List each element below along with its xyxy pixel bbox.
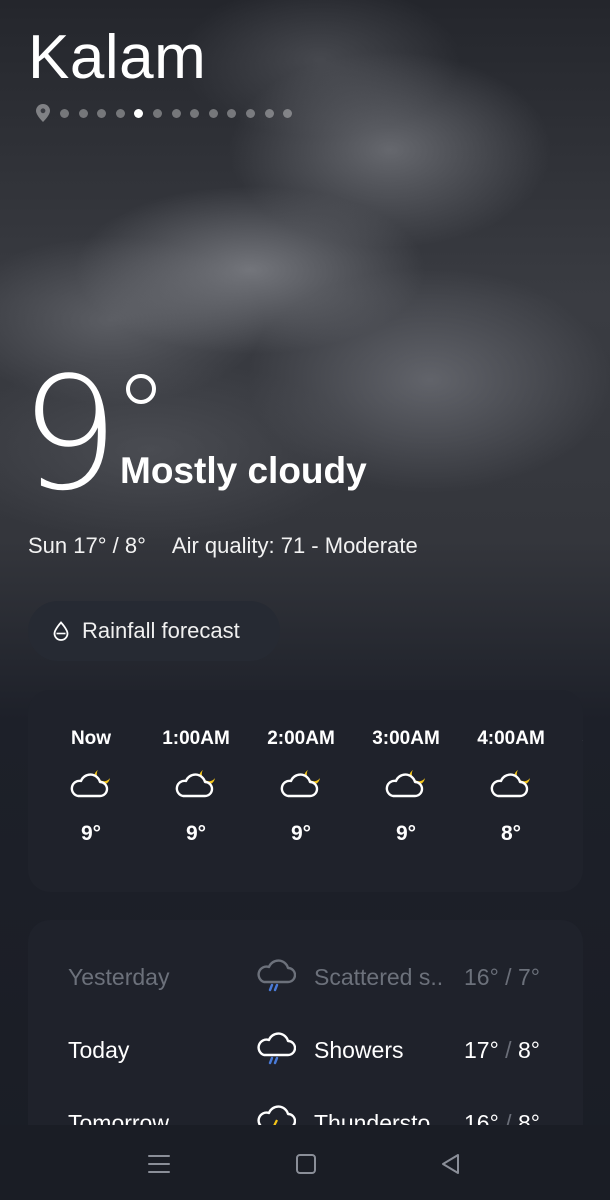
day-condition: Thundersto [314, 1110, 431, 1125]
system-navigation-bar [0, 1125, 610, 1200]
location-pin-icon [36, 104, 50, 122]
droplet-icon [53, 621, 69, 641]
range-separator: / [505, 964, 512, 990]
day-low: 7° [517, 964, 540, 990]
day-high: 17° [464, 1037, 499, 1063]
current-condition: Mostly cloudy [120, 450, 367, 491]
hourly-item: 2:00AM 9° [251, 690, 351, 892]
location-pager[interactable] [36, 104, 302, 122]
rainfall-forecast-label: Rainfall forecast [82, 618, 240, 643]
day-condition: Showers [314, 1037, 404, 1063]
hour-temp: 8° [500, 822, 522, 845]
day-range: 16° / 8° [464, 1110, 540, 1125]
hourly-item: 4:00AM 8° [461, 690, 561, 892]
day-range: 17° / 8° [464, 1037, 540, 1064]
page-dot[interactable] [152, 108, 162, 118]
page-dot[interactable] [283, 108, 293, 118]
hour-label: Now [70, 728, 112, 749]
page-dot[interactable] [190, 108, 200, 118]
page-dot[interactable] [115, 108, 125, 118]
hour-temp: 9° [185, 822, 207, 845]
day-summary-row: Sun 17° / 8° Air quality: 71 - Moderate [28, 533, 418, 559]
range-separator: / [505, 1110, 512, 1125]
thunder-cloud-icon [256, 1102, 297, 1125]
page-dot[interactable] [171, 108, 181, 118]
page-dot[interactable] [245, 108, 255, 118]
daily-row[interactable]: Today Showers 17° / 8° [28, 1029, 583, 1069]
rain-cloud-icon [256, 956, 297, 992]
daily-forecast-card[interactable]: Yesterday Scattered s.. 16° / 7° Today Showe… [28, 920, 583, 1125]
hourly-item: Now 9° [41, 690, 141, 892]
home-square-icon[interactable] [293, 1151, 319, 1177]
day-range: 16° / 7° [464, 964, 540, 991]
hour-temp: 9° [395, 822, 417, 845]
day-high: 16° [464, 964, 499, 990]
day-name: Tomorrow [68, 1110, 169, 1125]
rainfall-forecast-button[interactable]: Rainfall forecast [28, 601, 280, 661]
day-name: Yesterday [68, 964, 170, 990]
day-high: 16° [464, 1110, 499, 1125]
hourly-item: 1:00AM 9° [146, 690, 246, 892]
hour-temp: 8° [566, 822, 583, 846]
hour-temp: 9° [290, 822, 312, 845]
day-name: Today [68, 1037, 130, 1063]
hour-label: 5:00AM [566, 728, 583, 750]
day-low: 8° [517, 1037, 540, 1063]
day-low: 8° [517, 1110, 540, 1125]
page-dot[interactable] [97, 108, 107, 118]
partly-cloudy-night-icon [278, 766, 324, 800]
daily-row[interactable]: Tomorrow Thundersto 16° / 8° [28, 1102, 583, 1125]
page-dot[interactable] [208, 108, 218, 118]
page-dot[interactable] [264, 108, 274, 118]
hour-label: 3:00AM [372, 728, 440, 749]
partly-cloudy-night-icon [488, 766, 534, 800]
city-name: Kalam [28, 23, 207, 92]
page-dot[interactable] [60, 108, 69, 118]
hourly-forecast-card[interactable]: Now9°1:00AM9°2:00AM9°3:00AM9°4:00AM8°5:0… [28, 690, 583, 892]
hourly-item: 5:00AM 8° [566, 690, 583, 892]
range-separator: / [505, 1037, 512, 1063]
rain-cloud-icon [256, 1029, 297, 1065]
day-condition: Scattered s.. [314, 964, 444, 990]
hour-label: 4:00AM [477, 728, 545, 749]
hour-label: 2:00AM [267, 728, 335, 749]
partly-cloudy-night-icon [173, 766, 219, 800]
degree-symbol [126, 374, 156, 404]
hourly-item: 3:00AM 9° [356, 690, 456, 892]
current-temperature: 9 [20, 343, 120, 525]
day-high-low: Sun 17° / 8° [28, 533, 146, 558]
daily-row[interactable]: Yesterday Scattered s.. 16° / 7° [28, 956, 583, 996]
hour-temp: 9° [80, 822, 102, 845]
partly-cloudy-night-icon [383, 766, 429, 800]
page-dot[interactable] [134, 108, 144, 118]
hour-label: 1:00AM [162, 728, 230, 749]
back-triangle-icon[interactable] [438, 1151, 464, 1177]
air-quality[interactable]: Air quality: 71 - Moderate [172, 533, 418, 559]
menu-icon[interactable] [146, 1151, 172, 1177]
partly-cloudy-night-icon [68, 766, 114, 800]
page-dot[interactable] [227, 108, 237, 118]
page-dot[interactable] [78, 108, 88, 118]
